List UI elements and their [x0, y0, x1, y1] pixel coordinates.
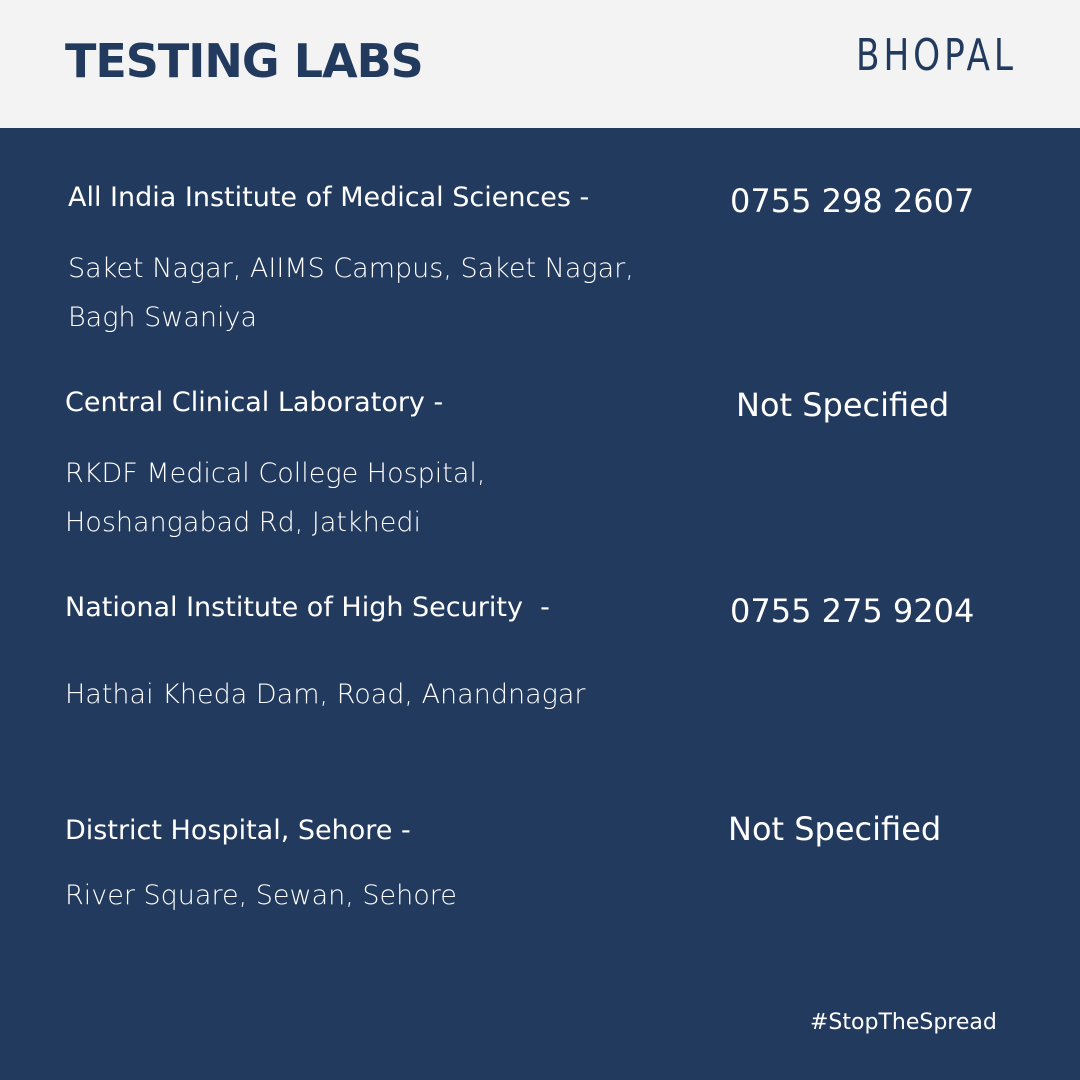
lab-name: Central Clinical Laboratory -	[65, 387, 444, 418]
address-line: River Square, Sewan, Sehore	[65, 880, 457, 911]
header-bar: TESTING LABS BHOPAL	[0, 0, 1080, 128]
lab-phone: 0755 298 2607	[730, 182, 975, 220]
lab-phone: Not Specified	[728, 810, 942, 848]
lab-address: RKDF Medical College Hospital, Hoshangab…	[65, 449, 486, 547]
city-label: BHOPAL	[856, 30, 1017, 81]
address-line: Hoshangabad Rd, Jatkhedi	[65, 507, 421, 538]
lab-name: District Hospital, Sehore -	[65, 815, 411, 846]
lab-phone: 0755 275 9204	[730, 592, 975, 630]
lab-name: All India Institute of Medical Sciences …	[68, 182, 590, 213]
hashtag: #StopTheSpread	[810, 1010, 997, 1035]
address-line: RKDF Medical College Hospital,	[65, 458, 486, 489]
page-title: TESTING LABS	[65, 34, 424, 88]
lab-address: Saket Nagar, AIIMS Campus, Saket Nagar, …	[68, 244, 634, 342]
address-line: Saket Nagar, AIIMS Campus, Saket Nagar,	[68, 253, 634, 284]
lab-address: River Square, Sewan, Sehore	[65, 871, 457, 920]
lab-address: Hathai Kheda Dam, Road, Anandnagar	[65, 670, 585, 719]
address-line: Bagh Swaniya	[68, 302, 258, 333]
address-line: Hathai Kheda Dam, Road, Anandnagar	[65, 679, 586, 710]
lab-name: National Institute of High Security -	[65, 592, 550, 623]
lab-phone: Not Specified	[736, 386, 950, 424]
